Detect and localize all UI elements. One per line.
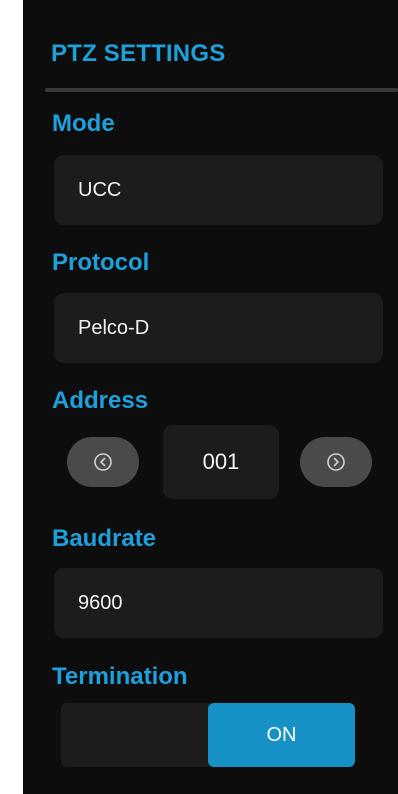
baudrate-value: 9600: [78, 591, 123, 614]
mode-value: UCC: [78, 178, 122, 201]
protocol-value: Pelco-D: [78, 316, 150, 339]
chevron-left-circle-icon: [94, 453, 112, 471]
termination-toggle[interactable]: ON: [61, 703, 355, 767]
title-divider: [45, 88, 398, 92]
termination-on-state: ON: [208, 703, 355, 767]
termination-label: Termination: [52, 663, 188, 690]
protocol-label: Protocol: [52, 249, 150, 276]
baudrate-select[interactable]: 9600: [54, 568, 383, 638]
address-increment-button[interactable]: [300, 437, 372, 487]
address-stepper: 001: [23, 425, 398, 501]
panel-title: PTZ SETTINGS: [51, 40, 226, 67]
mode-select[interactable]: UCC: [54, 155, 383, 225]
mode-label: Mode: [52, 110, 115, 137]
protocol-select[interactable]: Pelco-D: [54, 293, 383, 363]
chevron-right-circle-icon: [327, 453, 345, 471]
ptz-settings-panel: PTZ SETTINGS Mode UCC Protocol Pelco-D A…: [23, 0, 398, 794]
address-decrement-button[interactable]: [67, 437, 139, 487]
address-value[interactable]: 001: [163, 425, 279, 499]
address-label: Address: [52, 387, 149, 414]
baudrate-label: Baudrate: [52, 525, 157, 552]
